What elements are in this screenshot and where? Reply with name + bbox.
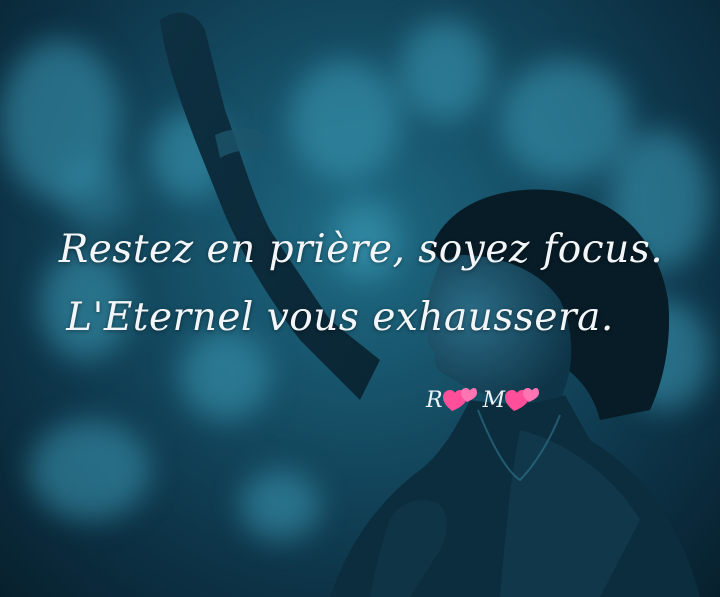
signature: R M: [426, 380, 566, 420]
signature-initial-r: R: [426, 387, 443, 413]
photo-background: Restez en prière, soyez focus. L'Eternel…: [0, 0, 720, 597]
two-hearts-icon: [505, 388, 540, 411]
signature-initial-m: M: [482, 387, 506, 413]
quote-line-1: Restez en prière, soyez focus.: [58, 227, 664, 272]
quote-text: Restez en prière, soyez focus. L'Eternel…: [0, 216, 720, 352]
quote-line-2: L'Eternel vous exhaussera.: [66, 295, 614, 340]
two-hearts-icon: [442, 388, 477, 411]
